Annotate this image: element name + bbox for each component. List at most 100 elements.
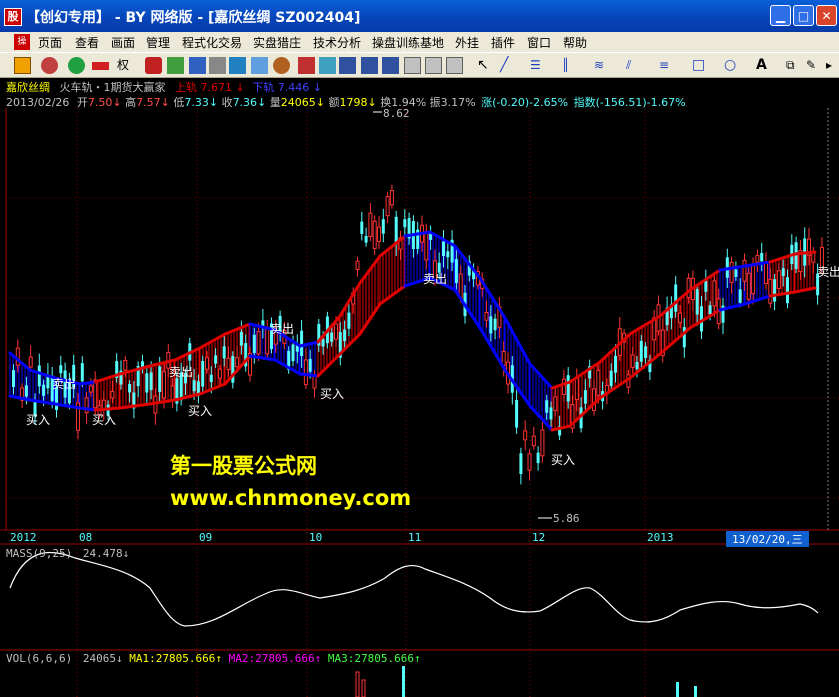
- candle-body: [110, 390, 115, 399]
- indicator-icon[interactable]: [145, 57, 162, 74]
- menu-item-technical-analysis[interactable]: 技术分析: [313, 34, 361, 51]
- time-axis-label: 2012: [10, 531, 37, 544]
- grid-icon[interactable]: [167, 57, 184, 74]
- candle-body: [536, 452, 540, 464]
- hline-tool-icon[interactable]: ☰: [530, 57, 547, 74]
- fan-tool-icon[interactable]: ≋: [594, 57, 611, 74]
- candle-body: [214, 355, 218, 364]
- text-tool-icon[interactable]: A: [756, 57, 773, 74]
- window-icon[interactable]: [251, 57, 268, 74]
- copy-icon[interactable]: ⧉: [786, 57, 803, 74]
- tools-icon[interactable]: [273, 57, 290, 74]
- candle-body: [321, 339, 325, 347]
- chart-icon[interactable]: [189, 57, 206, 74]
- menu-item-programmatic-trading[interactable]: 程式化交易: [182, 34, 242, 51]
- layout-3-icon[interactable]: [382, 57, 399, 74]
- sell-signal: 卖出: [270, 322, 295, 336]
- arrow-icon[interactable]: [92, 62, 109, 70]
- menu-logo-icon[interactable]: 操: [14, 34, 30, 50]
- volume-arrow: ↓: [115, 652, 123, 665]
- candle-body: [489, 316, 493, 334]
- folder-icon[interactable]: [14, 57, 31, 74]
- time-axis-label: 2013: [647, 531, 674, 544]
- more-icon[interactable]: ▸: [826, 57, 839, 74]
- menu-item-help[interactable]: 帮助: [563, 34, 587, 51]
- layout-5-icon[interactable]: [425, 57, 442, 74]
- menu-item-window[interactable]: 窗口: [527, 34, 551, 51]
- ellipse-tool-icon[interactable]: ○: [724, 57, 741, 74]
- menu-item-manage[interactable]: 管理: [146, 34, 170, 51]
- mass-line: [9, 551, 819, 627]
- candle-body: [553, 396, 558, 412]
- candle-body: [639, 340, 643, 362]
- candle-body: [561, 378, 566, 395]
- candle-body: [566, 375, 570, 402]
- mass-header: MASS(9,25) 24.478↓: [6, 547, 129, 560]
- ma2-value: MA2:27805.666: [228, 652, 315, 665]
- candle-body: [158, 366, 162, 392]
- candles-group: [12, 184, 824, 485]
- pen-icon[interactable]: [319, 57, 336, 74]
- app-icon[interactable]: 股: [4, 8, 22, 26]
- candle-body: [394, 216, 398, 245]
- candle-body: [644, 346, 648, 358]
- buy-signal: 买入: [188, 404, 213, 418]
- time-axis-label: 08: [79, 531, 93, 544]
- time-axis-label: 09: [199, 531, 213, 544]
- layout-2-icon[interactable]: [361, 57, 378, 74]
- menu-bar: 操 页面 查看 画面 管理 程式化交易 实盘猎庄 技术分析 操盘训练基地 外挂 …: [0, 32, 839, 52]
- navigate-icon[interactable]: [68, 57, 85, 74]
- rights-button[interactable]: 权: [117, 57, 134, 74]
- buy-signal: 买入: [26, 413, 51, 427]
- alert-icon[interactable]: [298, 57, 315, 74]
- parallel-tool-icon[interactable]: ≡: [659, 57, 676, 74]
- candle-body: [222, 346, 226, 359]
- menu-item-page[interactable]: 页面: [38, 34, 62, 51]
- minimize-button[interactable]: ▁: [770, 5, 791, 26]
- menu-item-screen[interactable]: 画面: [111, 34, 135, 51]
- lower-band-line: [118, 402, 152, 410]
- channel-tool-icon[interactable]: ⫽: [626, 57, 643, 74]
- time-axis-label: 11: [408, 531, 422, 544]
- window-title: 【创幻专用】 - BY 网络版 - [嘉欣丝绸 SZ002404]: [26, 10, 361, 26]
- menu-item-plugins-ext[interactable]: 外挂: [455, 34, 479, 51]
- candle-body: [712, 280, 717, 307]
- high-price-label: 8.62: [383, 107, 410, 120]
- maximize-button[interactable]: □: [793, 5, 814, 26]
- chart-area[interactable]: 嘉欣丝绸 火车轨・1期货大赢家 上轨 7.671 ↓ 下轨 7.446 ↓ 20…: [0, 78, 839, 697]
- layout-4-icon[interactable]: [404, 57, 421, 74]
- candle-body: [751, 265, 756, 295]
- menu-item-hunt[interactable]: 实盘猎庄: [253, 34, 301, 51]
- volume-header: VOL(6,6,6) 24065↓ MA1:27805.666↑ MA2:278…: [6, 652, 421, 665]
- candle-body: [28, 356, 33, 368]
- candle-body: [446, 251, 450, 258]
- line-tool-icon[interactable]: ╱: [500, 57, 517, 74]
- record-icon[interactable]: [41, 57, 58, 74]
- candle-body: [145, 373, 149, 393]
- data-icon[interactable]: [229, 57, 246, 74]
- candle-body: [519, 453, 523, 474]
- close-button[interactable]: ✕: [816, 5, 837, 26]
- eraser-icon[interactable]: ✎: [806, 57, 823, 74]
- menu-item-view[interactable]: 查看: [75, 34, 99, 51]
- layout-1-icon[interactable]: [339, 57, 356, 74]
- low-price-label: 5.86: [553, 512, 580, 525]
- candle-body: [300, 330, 304, 356]
- candle-body: [385, 196, 390, 217]
- vline-tool-icon[interactable]: ║: [562, 57, 579, 74]
- time-axis-label: 10: [309, 531, 323, 544]
- cursor-icon[interactable]: ↖: [477, 57, 494, 74]
- layout-6-icon[interactable]: [446, 57, 463, 74]
- compare-icon[interactable]: [209, 57, 226, 74]
- candle-body: [592, 388, 596, 411]
- candle-body: [609, 370, 613, 387]
- candle-body: [786, 277, 789, 304]
- candle-body: [265, 326, 270, 355]
- menu-item-plugins[interactable]: 插件: [491, 34, 515, 51]
- sell-signal: 卖出: [52, 377, 77, 391]
- rectangle-tool-icon[interactable]: □: [692, 57, 709, 74]
- menu-item-training[interactable]: 操盘训练基地: [372, 34, 444, 51]
- candle-body: [776, 270, 781, 290]
- candle-body: [704, 280, 708, 292]
- buy-signal: 买入: [92, 413, 117, 427]
